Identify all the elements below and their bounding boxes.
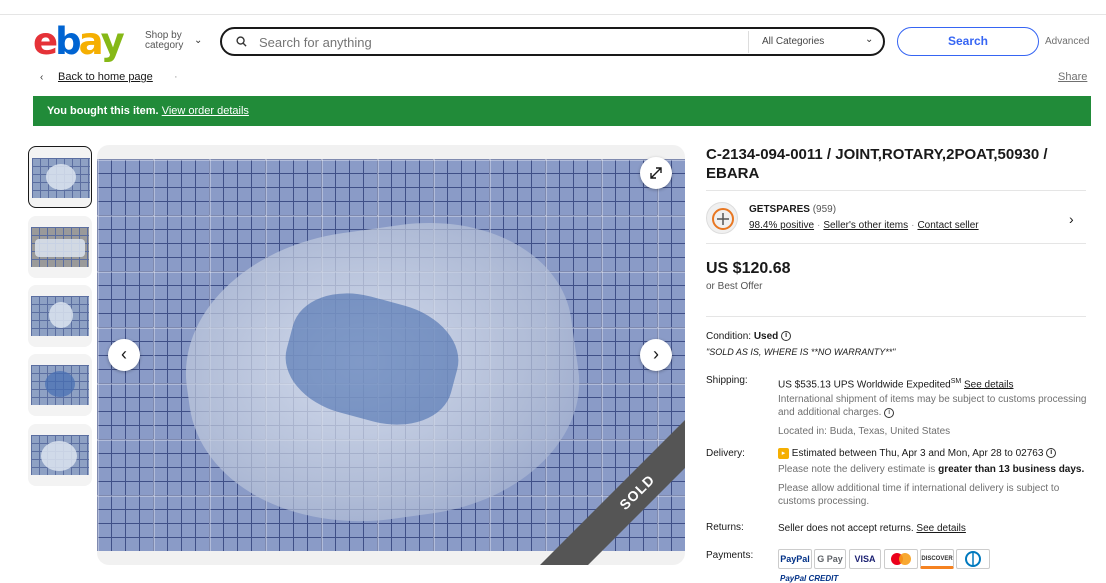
seller-other-items-link[interactable]: Seller's other items xyxy=(823,220,908,231)
chevron-down-icon[interactable]: ⌄ xyxy=(865,34,873,45)
delivery-note-2: Please allow additional time if internat… xyxy=(778,483,1060,507)
chevron-down-icon[interactable]: ⌄ xyxy=(194,35,202,46)
thumbnail-3[interactable] xyxy=(28,285,92,347)
seller-positive-link[interactable]: 98.4% positive xyxy=(749,220,814,231)
gpay-badge: G Pay xyxy=(814,549,846,569)
info-icon[interactable]: i xyxy=(781,331,792,342)
share-link[interactable]: Share xyxy=(1058,71,1087,83)
search-bar: All Categories ⌄ xyxy=(220,27,885,56)
payments-label: Payments: xyxy=(706,550,754,561)
delivery-note: Please note the delivery estimate is xyxy=(778,464,936,475)
delivery-badge-icon: ▸ xyxy=(778,447,789,459)
search-button[interactable]: Search xyxy=(897,27,1039,56)
back-to-home-link[interactable]: Back to home page xyxy=(58,71,153,83)
logo-letter-a: a xyxy=(78,20,104,63)
seller-feedback-count: (959) xyxy=(812,204,837,215)
next-image-button[interactable]: › xyxy=(640,339,672,371)
discover-badge: DISCOVER xyxy=(920,549,954,569)
expand-icon[interactable] xyxy=(640,157,672,189)
paypal-badge: PayPal xyxy=(778,549,812,569)
chevron-right-icon[interactable]: › xyxy=(1069,211,1074,227)
logo-letter-y: y xyxy=(100,20,125,63)
advanced-search-link[interactable]: Advanced xyxy=(1045,36,1089,47)
delivery-details: ▸ Estimated between Thu, Apr 3 and Mon, … xyxy=(778,447,1088,508)
shipping-value: US $535.13 UPS Worldwide Expedited xyxy=(778,379,951,391)
delivery-label: Delivery: xyxy=(706,448,745,459)
paypal-credit-badge: PayPal CREDIT xyxy=(780,574,839,583)
delivery-note-row: Please note the delivery estimate is gre… xyxy=(778,463,1088,476)
returns-label: Returns: xyxy=(706,522,744,533)
thumbnail-5[interactable] xyxy=(28,424,92,486)
condition-note: "SOLD AS IS, WHERE IS **NO WARRANTY**" xyxy=(706,347,896,357)
diners-club-badge xyxy=(956,549,990,569)
search-input[interactable] xyxy=(259,35,739,50)
seller-name[interactable]: GETSPARES xyxy=(749,204,810,215)
purchase-banner: You bought this item. View order details xyxy=(33,96,1091,126)
mastercard-badge xyxy=(884,549,918,569)
divider xyxy=(706,190,1086,191)
shop-by-line2: category xyxy=(145,40,184,51)
chevron-left-icon: ‹ xyxy=(121,344,127,364)
shipping-details: US $535.13 UPS Worldwide ExpeditedSM See… xyxy=(778,375,1088,438)
info-icon[interactable]: i xyxy=(1046,448,1057,459)
delivery-value: Estimated between Thu, Apr 3 and Mon, Ap… xyxy=(791,448,1044,459)
main-image-viewer[interactable]: ‹ › SOLD xyxy=(97,145,685,565)
returns-see-details-link[interactable]: See details xyxy=(916,523,965,534)
item-price: US $120.68 xyxy=(706,260,791,277)
shipping-note-row: International shipment of items may be s… xyxy=(778,393,1088,419)
returns-value: Seller does not accept returns. xyxy=(778,523,914,534)
top-divider xyxy=(0,14,1106,15)
thumbnail-4[interactable] xyxy=(28,354,92,416)
item-location: Located in: Buda, Texas, United States xyxy=(778,426,951,438)
breadcrumb-separator: · xyxy=(174,71,178,83)
contact-seller-link[interactable]: Contact seller xyxy=(917,220,978,231)
visa-badge: VISA xyxy=(849,549,881,569)
returns-details: Seller does not accept returns. See deta… xyxy=(778,522,1088,535)
item-title: C-2134-094-0011 / JOINT,ROTARY,2POAT,509… xyxy=(706,146,1048,182)
logo-letter-e: e xyxy=(33,20,58,63)
seller-avatar[interactable] xyxy=(706,202,738,234)
condition-row: Condition: Used i xyxy=(706,331,792,342)
thumbnail-2[interactable] xyxy=(28,216,92,278)
view-order-link[interactable]: View order details xyxy=(162,105,249,117)
search-icon xyxy=(236,36,247,47)
divider xyxy=(706,316,1086,317)
thumbnail-1[interactable] xyxy=(28,146,92,208)
chevron-right-icon: › xyxy=(653,344,659,364)
thumbnail-image xyxy=(31,227,89,267)
shipping-see-details-link[interactable]: See details xyxy=(964,379,1013,390)
thumbnail-image xyxy=(31,365,89,405)
delivery-note-bold: greater than 13 business days. xyxy=(938,464,1085,475)
thumbnail-image xyxy=(31,435,89,475)
shipping-label: Shipping: xyxy=(706,375,748,386)
logo-letter-b: b xyxy=(55,20,81,63)
thumbnail-image xyxy=(32,158,90,198)
shipping-sup: SM xyxy=(950,378,962,385)
banner-text: You bought this item. xyxy=(47,105,159,117)
best-offer-label: or Best Offer xyxy=(706,281,763,292)
divider xyxy=(706,243,1086,244)
seller-name-row[interactable]: GETSPARES (959) xyxy=(749,204,836,215)
ebay-logo[interactable]: ebay xyxy=(33,22,133,62)
seller-links: 98.4% positive · Seller's other items · Cont… xyxy=(749,220,979,231)
product-image xyxy=(97,159,685,551)
chevron-left-icon[interactable]: ‹ xyxy=(40,72,43,83)
thumbnail-image xyxy=(31,296,89,336)
info-icon[interactable]: i xyxy=(884,407,895,418)
previous-image-button[interactable]: ‹ xyxy=(108,339,140,371)
category-select[interactable]: All Categories xyxy=(762,36,824,47)
search-divider xyxy=(748,31,749,53)
shipping-note: International shipment of items may be s… xyxy=(778,394,1087,419)
condition-value: Used xyxy=(753,331,779,342)
shop-by-category-button[interactable]: Shop by category xyxy=(145,31,183,51)
condition-label: Condition: xyxy=(706,331,752,342)
